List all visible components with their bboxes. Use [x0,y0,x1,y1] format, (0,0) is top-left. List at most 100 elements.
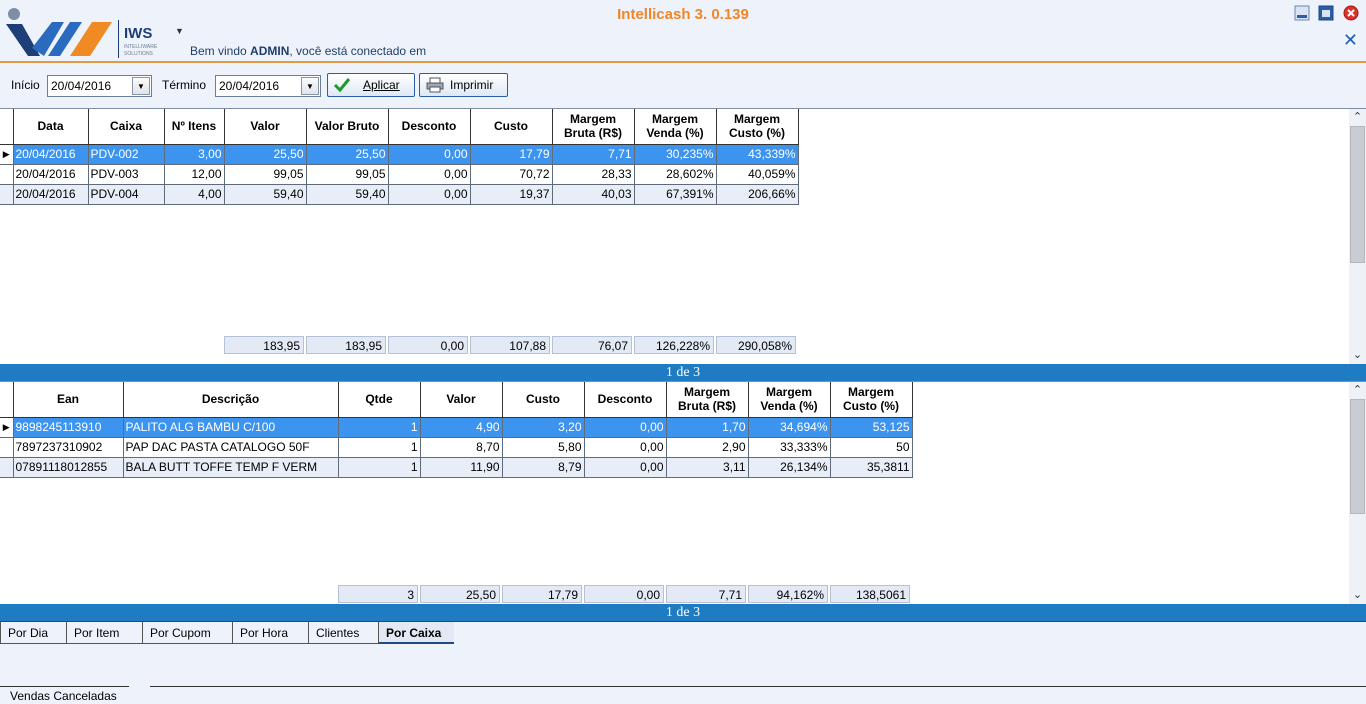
cell-value[interactable]: 8,70 [419,436,503,458]
cell-items[interactable]: 4,00 [163,183,225,205]
table-row[interactable]: ▶ 9898245113910 PALITO ALG BAMBU C/100 1… [0,416,913,438]
cell-margin-gross[interactable]: 40,03 [551,183,635,205]
start-date-picker[interactable]: 20/04/2016 ▼ [47,75,152,97]
cell-ean[interactable]: 9898245113910 [12,416,124,438]
scroll-thumb[interactable] [1350,399,1365,514]
cell-value[interactable]: 4,90 [419,416,503,438]
column-header[interactable]: Margem Bruta (R$) [665,382,749,418]
column-header[interactable]: Margem Custo (%) [829,382,913,418]
row-header[interactable] [0,183,14,205]
maximize-icon[interactable] [1318,5,1334,21]
column-header[interactable]: Margem Venda (%) [633,109,717,145]
tab-por-caixa[interactable]: Por Caixa [378,622,454,644]
column-header[interactable]: Custo [501,382,585,418]
column-header[interactable]: Valor [419,382,503,418]
row-header[interactable] [0,163,14,185]
end-date-picker[interactable]: 20/04/2016 ▼ [215,75,321,97]
cell-date[interactable]: 20/04/2016 [12,183,89,205]
column-header[interactable]: Margem Venda (%) [747,382,831,418]
cell-description[interactable]: PAP DAC PASTA CATALOGO 50F [122,436,339,458]
tab-por-item[interactable]: Por Item [66,622,142,644]
table-row[interactable]: 07891118012855 BALA BUTT TOFFE TEMP F VE… [0,456,913,478]
column-header[interactable]: Margem Bruta (R$) [551,109,635,145]
cell-discount[interactable]: 0,00 [387,183,471,205]
cell-discount[interactable]: 0,00 [583,416,667,438]
cell-margin-cost[interactable]: 35,3811 [829,456,913,478]
cell-qty[interactable]: 1 [337,456,421,478]
cell-cost[interactable]: 19,37 [469,183,553,205]
cell-ean[interactable]: 07891118012855 [12,456,124,478]
cell-qty[interactable]: 1 [337,436,421,458]
cell-margin-cost[interactable]: 50 [829,436,913,458]
cell-cost[interactable]: 5,80 [501,436,585,458]
close-icon[interactable] [1343,5,1359,21]
cell-discount[interactable]: 0,00 [387,143,471,165]
cell-margin-sale[interactable]: 34,694% [747,416,831,438]
cell-qty[interactable]: 1 [337,416,421,438]
cell-margin-cost[interactable]: 40,059% [715,163,799,185]
column-header[interactable]: Qtde [337,382,421,418]
cell-gross[interactable]: 25,50 [305,143,389,165]
minimize-icon[interactable] [1294,5,1310,21]
column-header[interactable]: Custo [469,109,553,145]
table-row[interactable]: 7897237310902 PAP DAC PASTA CATALOGO 50F… [0,436,913,458]
vertical-scrollbar[interactable]: ⌃ ⌄ [1349,382,1366,604]
pager-1[interactable]: 1 de 3 [0,364,1366,381]
row-header[interactable] [0,436,14,458]
tab-vendas-canceladas[interactable]: Vendas Canceladas [0,686,129,704]
cell-register[interactable]: PDV-002 [87,143,165,165]
scroll-thumb[interactable] [1350,126,1365,263]
cell-description[interactable]: BALA BUTT TOFFE TEMP F VERM [122,456,339,478]
cell-value[interactable]: 99,05 [223,163,307,185]
cell-ean[interactable]: 7897237310902 [12,436,124,458]
cell-margin-cost[interactable]: 53,125 [829,416,913,438]
cell-margin-cost[interactable]: 206,66% [715,183,799,205]
cell-margin-sale[interactable]: 28,602% [633,163,717,185]
cell-margin-gross[interactable]: 7,71 [551,143,635,165]
tab-por-cupom[interactable]: Por Cupom [142,622,232,644]
scroll-down-icon[interactable]: ⌄ [1349,587,1366,604]
cell-register[interactable]: PDV-004 [87,183,165,205]
cell-description[interactable]: PALITO ALG BAMBU C/100 [122,416,339,438]
column-header[interactable]: Valor [223,109,307,145]
logo-dropdown-icon[interactable]: ▼ [175,26,184,36]
row-header[interactable] [0,456,14,478]
column-header[interactable]: Valor Bruto [305,109,389,145]
column-header[interactable]: Nº Itens [163,109,225,145]
cell-margin-sale[interactable]: 33,333% [747,436,831,458]
cell-value[interactable]: 11,90 [419,456,503,478]
print-button[interactable]: Imprimir [419,73,508,97]
column-header[interactable]: Caixa [87,109,165,145]
cell-margin-sale[interactable]: 67,391% [633,183,717,205]
cell-discount[interactable]: 0,00 [583,436,667,458]
cell-cost[interactable]: 3,20 [501,416,585,438]
apply-button[interactable]: Aplicar [327,73,415,97]
cell-margin-gross[interactable]: 28,33 [551,163,635,185]
table-row[interactable]: ▶ 20/04/2016 PDV-002 3,00 25,50 25,50 0,… [0,143,799,165]
column-header[interactable]: Desconto [387,109,471,145]
chevron-down-icon[interactable]: ▼ [132,77,150,95]
tab-por-hora[interactable]: Por Hora [232,622,308,644]
cell-margin-gross[interactable]: 1,70 [665,416,749,438]
column-header[interactable]: Desconto [583,382,667,418]
cell-register[interactable]: PDV-003 [87,163,165,185]
scroll-down-icon[interactable]: ⌄ [1349,347,1366,364]
cell-margin-gross[interactable]: 3,11 [665,456,749,478]
column-header[interactable]: Data [12,109,89,145]
cell-discount[interactable]: 0,00 [583,456,667,478]
cell-items[interactable]: 3,00 [163,143,225,165]
chevron-down-icon[interactable]: ▼ [301,77,319,95]
close-panel-icon[interactable]: ✕ [1343,31,1358,49]
scroll-up-icon[interactable]: ⌃ [1349,109,1366,126]
cell-discount[interactable]: 0,00 [387,163,471,185]
cell-margin-sale[interactable]: 26,134% [747,456,831,478]
column-header[interactable]: Descrição [122,382,339,418]
column-header[interactable]: Ean [12,382,124,418]
cell-margin-cost[interactable]: 43,339% [715,143,799,165]
tab-clientes[interactable]: Clientes [308,622,378,644]
vertical-scrollbar[interactable]: ⌃ ⌄ [1349,109,1366,364]
cell-margin-sale[interactable]: 30,235% [633,143,717,165]
cell-cost[interactable]: 17,79 [469,143,553,165]
tab-por-dia[interactable]: Por Dia [0,622,66,644]
table-row[interactable]: 20/04/2016 PDV-003 12,00 99,05 99,05 0,0… [0,163,799,185]
